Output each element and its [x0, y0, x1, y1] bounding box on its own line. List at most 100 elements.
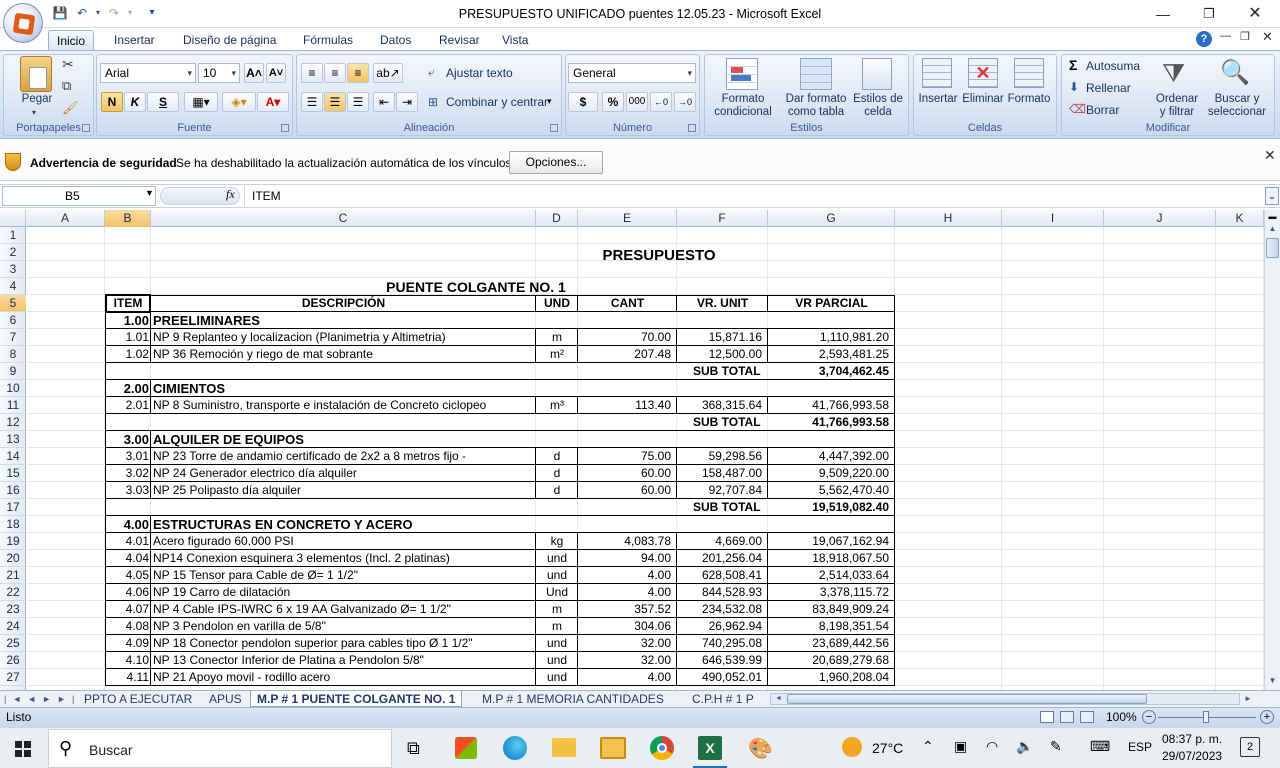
unit-price-cell[interactable]: 158,487.00 [677, 465, 768, 482]
description-cell[interactable]: NP 21 Apoyo movil - rodillo acero [153, 669, 535, 686]
section-desc-cell[interactable]: PREELIMINARES [153, 312, 838, 329]
sheet-nav-icons[interactable]: |◄◄►►| [4, 691, 80, 707]
align-middle-icon[interactable]: ≡ [324, 63, 346, 83]
excel-icon[interactable]: X [698, 736, 722, 760]
section-desc-cell[interactable]: ALQUILER DE EQUIPOS [153, 431, 838, 448]
quantity-cell[interactable]: 4.00 [578, 567, 677, 584]
column-header-h[interactable]: H [895, 210, 1002, 227]
quantity-cell[interactable]: 94.00 [578, 550, 677, 567]
unit-price-cell[interactable]: 15,871.16 [677, 329, 768, 346]
partial-value-cell[interactable]: 5,562,470.40 [768, 482, 895, 499]
section-item-cell[interactable]: 3.00 [105, 431, 151, 448]
column-header-a[interactable]: A [26, 210, 105, 227]
row-header[interactable]: 9 [0, 363, 26, 380]
subtotal-value-cell[interactable]: 19,519,082.40 [768, 499, 895, 516]
number-launcher-icon[interactable] [688, 124, 696, 132]
sheet-tab-ppto[interactable]: PPTO A EJECUTAR [78, 691, 198, 707]
unit-cell[interactable]: m² [536, 346, 578, 363]
fill-color-icon[interactable]: ◈▾ [222, 92, 256, 112]
row-header[interactable]: 24 [0, 618, 26, 635]
file-explorer-icon[interactable] [552, 738, 576, 757]
item-cell[interactable]: 1.01 [105, 329, 151, 346]
item-cell[interactable]: 3.02 [105, 465, 151, 482]
align-center-icon[interactable]: ☰ [324, 92, 346, 112]
sheet-tab-mp1-memoria[interactable]: M.P # 1 MEMORIA CANTIDADES [476, 691, 670, 707]
unit-cell[interactable]: m [536, 618, 578, 635]
description-cell[interactable]: NP 15 Tensor para Cable de Ø= 1 1/2" [153, 567, 535, 584]
merge-center-button[interactable]: Combinar y centrar [446, 95, 548, 109]
quantity-cell[interactable]: 75.00 [578, 448, 677, 465]
worksheet-grid[interactable]: PRESUPUESTO PUENTE COLGANTE NO. 1 ITEM DESC… [26, 227, 1264, 690]
partial-value-cell[interactable]: 23,689,442.56 [768, 635, 895, 652]
scroll-down-icon[interactable]: ▼ [1266, 674, 1279, 688]
clock-date[interactable]: 29/07/2023 [1162, 749, 1222, 763]
paste-dropdown-icon[interactable]: ▾ [32, 108, 36, 117]
select-all-corner[interactable] [0, 210, 26, 227]
row-header[interactable]: 19 [0, 533, 26, 550]
alignment-launcher-icon[interactable] [550, 124, 558, 132]
volume-icon[interactable]: 🔈 [1016, 738, 1033, 755]
task-view-icon[interactable]: ⧉ [407, 738, 420, 759]
quantity-cell[interactable]: 113.40 [578, 397, 677, 414]
decrease-indent-icon[interactable]: ⇤ [373, 92, 395, 112]
mail-icon[interactable] [600, 737, 626, 759]
item-cell[interactable]: 3.01 [105, 448, 151, 465]
notifications-icon[interactable]: 2 [1240, 737, 1260, 757]
description-cell[interactable]: NP 3 Pendolon en varilla de 5/8" [153, 618, 535, 635]
start-icon[interactable] [15, 741, 31, 757]
security-close-icon[interactable]: ✕ [1264, 147, 1276, 164]
header-cant-cell[interactable]: CANT [578, 295, 677, 312]
page-break-view-icon[interactable] [1080, 711, 1094, 723]
row-header[interactable]: 14 [0, 448, 26, 465]
zoom-in-icon[interactable]: + [1260, 710, 1274, 724]
tab-datos[interactable]: Datos [372, 30, 419, 50]
percent-button[interactable]: % [602, 92, 624, 112]
unit-price-cell[interactable]: 844,528.93 [677, 584, 768, 601]
partial-value-cell[interactable]: 2,593,481.25 [768, 346, 895, 363]
orientation-icon[interactable]: ab↗ [373, 63, 403, 83]
taskbar-search-box[interactable]: ⚲ Buscar [48, 729, 392, 768]
partial-value-cell[interactable]: 9,509,220.00 [768, 465, 895, 482]
row-header[interactable]: 22 [0, 584, 26, 601]
unit-cell[interactable]: d [536, 448, 578, 465]
sheet-title[interactable]: PRESUPUESTO [437, 246, 881, 268]
sheet-subtitle[interactable]: PUENTE COLGANTE NO. 1 [321, 279, 631, 296]
vertical-scroll-thumb[interactable] [1266, 238, 1279, 258]
merge-dropdown-icon[interactable]: ▾ [547, 96, 552, 107]
currency-button[interactable]: $ [568, 92, 598, 112]
zoom-slider-thumb[interactable] [1203, 711, 1209, 723]
security-options-button[interactable]: Opciones... [509, 151, 603, 174]
quantity-cell[interactable]: 32.00 [578, 635, 677, 652]
pen-icon[interactable]: ✎ [1050, 738, 1062, 755]
row-header[interactable]: 7 [0, 329, 26, 346]
ribbon-minimize-icon[interactable]: — [1220, 30, 1231, 42]
row-header[interactable]: 18 [0, 516, 26, 533]
cell-styles-button[interactable]: Estilos de celda [850, 93, 906, 119]
description-cell[interactable]: NP 36 Remoción y riego de mat sobrante [153, 346, 535, 363]
tab-formulas[interactable]: Fórmulas [295, 30, 361, 50]
partial-value-cell[interactable]: 18,918,067.50 [768, 550, 895, 567]
quantity-cell[interactable]: 32.00 [578, 652, 677, 669]
row-header[interactable]: 2 [0, 244, 26, 261]
description-cell[interactable]: NP 9 Replanteo y localizacion (Planimetr… [153, 329, 535, 346]
edge-icon[interactable] [503, 736, 527, 760]
font-launcher-icon[interactable] [281, 124, 289, 132]
item-cell[interactable]: 4.07 [105, 601, 151, 618]
expand-formula-bar-icon[interactable]: ⌄ [1265, 187, 1279, 205]
unit-price-cell[interactable]: 628,508.41 [677, 567, 768, 584]
row-header[interactable]: 4 [0, 278, 26, 295]
unit-price-cell[interactable]: 368,315.64 [677, 397, 768, 414]
unit-cell[interactable]: und [536, 635, 578, 652]
tab-diseno-pagina[interactable]: Diseño de página [175, 30, 284, 50]
align-top-icon[interactable]: ≡ [301, 63, 323, 83]
quantity-cell[interactable]: 207.48 [578, 346, 677, 363]
font-name-combo[interactable]: Arial [100, 63, 196, 83]
format-cells-button[interactable]: Formato [1006, 93, 1052, 106]
office-button[interactable] [3, 3, 43, 43]
subtotal-value-cell[interactable]: 3,704,462.45 [768, 363, 895, 380]
align-left-icon[interactable]: ☰ [301, 92, 323, 112]
quantity-cell[interactable]: 60.00 [578, 482, 677, 499]
subtotal-value-cell[interactable]: 41,766,993.58 [768, 414, 895, 431]
unit-price-cell[interactable]: 59,298.56 [677, 448, 768, 465]
row-header[interactable]: 23 [0, 601, 26, 618]
